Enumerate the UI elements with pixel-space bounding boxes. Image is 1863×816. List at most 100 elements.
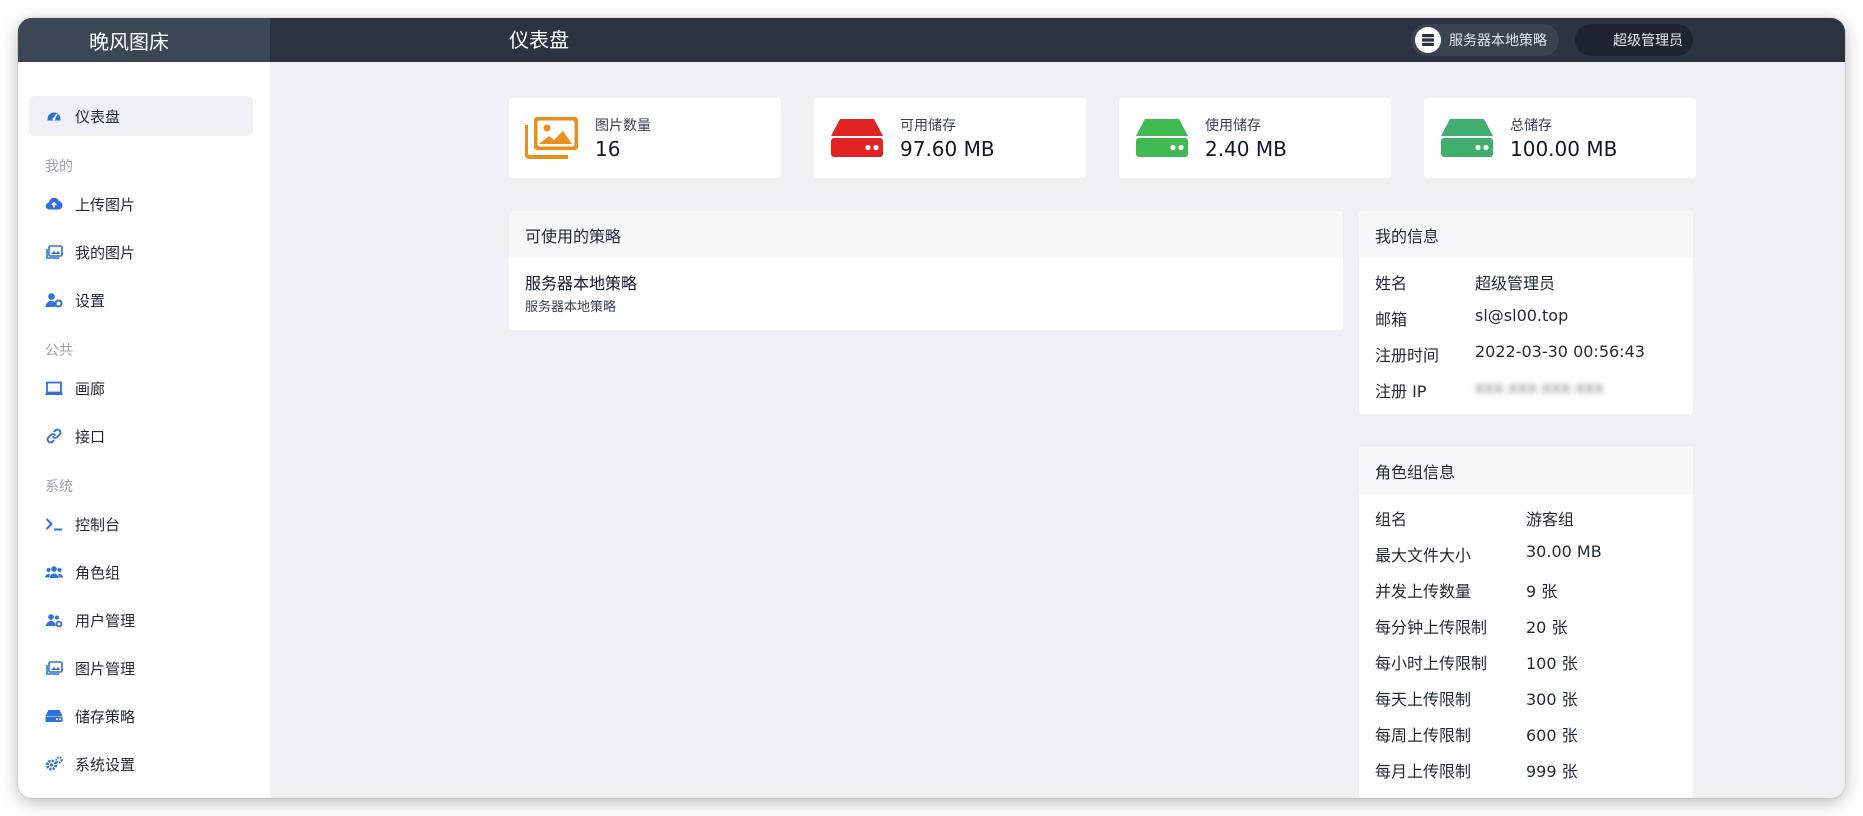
info-value: 999 张 [1526, 762, 1578, 781]
stat-label: 总储存 [1510, 118, 1552, 134]
strategies-panel: 可使用的策略 服务器本地策略 服务器本地策略 [509, 211, 1343, 330]
info-row-name: 姓名 超级管理员 [1375, 270, 1555, 294]
panel-title: 可使用的策略 [509, 211, 1343, 258]
sidebar-item-image-manage[interactable]: 图片管理 [29, 648, 253, 688]
sidebar-group-system: 系统 [45, 479, 73, 495]
info-value: 100 张 [1526, 654, 1578, 673]
sidebar-item-upload[interactable]: 上传图片 [29, 184, 253, 224]
strategy-description: 服务器本地策略 [525, 300, 617, 315]
sidebar-item-label: 图片管理 [75, 659, 136, 678]
info-value: sl@sl00.top [1475, 306, 1569, 325]
role-row: 组名 游客组 [1375, 506, 1574, 530]
hdd-icon [45, 707, 63, 725]
hdd-icon [830, 116, 884, 160]
role-row: 最大文件大小 30.00 MB [1375, 542, 1602, 566]
role-row: 每周上传限制 600 张 [1375, 722, 1578, 746]
stat-card-total-storage: 总储存 100.00 MB [1424, 98, 1696, 178]
images-icon [525, 116, 579, 160]
info-row-reg-ip: 注册 IP xxx.xxx.xxx.xxx [1375, 378, 1604, 402]
images-icon [45, 243, 63, 261]
info-key: 最大文件大小 [1375, 546, 1472, 565]
sidebar-item-api[interactable]: 接口 [29, 416, 253, 456]
user-cog-icon [45, 291, 63, 309]
stat-card-image-count: 图片数量 16 [509, 98, 781, 178]
stat-label: 可用储存 [900, 118, 956, 134]
cloud-upload-icon [45, 195, 63, 213]
info-value: 超级管理员 [1475, 274, 1556, 293]
info-key: 每周上传限制 [1375, 726, 1472, 745]
sidebar-item-dashboard[interactable]: 仪表盘 [29, 96, 253, 136]
dashboard-gauge-icon [45, 107, 63, 125]
stat-value: 97.60 MB [900, 137, 995, 161]
strategy-name: 服务器本地策略 [525, 274, 638, 293]
server-icon [1415, 27, 1441, 53]
stat-value: 16 [595, 137, 621, 161]
sidebar-item-label: 控制台 [75, 515, 121, 534]
info-key: 邮箱 [1375, 310, 1408, 329]
info-key: 每天上传限制 [1375, 690, 1472, 709]
info-key: 姓名 [1375, 274, 1408, 293]
stat-card-used-storage: 使用储存 2.40 MB [1119, 98, 1391, 178]
stat-value: 2.40 MB [1205, 137, 1287, 161]
info-value: 300 张 [1526, 690, 1578, 709]
info-key: 每分钟上传限制 [1375, 618, 1488, 637]
info-value: 600 张 [1526, 726, 1578, 745]
info-value: 9 张 [1526, 582, 1558, 601]
role-row: 并发上传数量 9 张 [1375, 578, 1557, 602]
panel-title: 我的信息 [1359, 211, 1693, 258]
info-key: 组名 [1375, 510, 1408, 529]
sidebar-item-label: 角色组 [75, 563, 121, 582]
sidebar-item-settings[interactable]: 设置 [29, 280, 253, 320]
stat-label: 使用储存 [1205, 118, 1261, 134]
info-key: 注册时间 [1375, 346, 1440, 365]
sidebar-item-users[interactable]: 用户管理 [29, 600, 253, 640]
sidebar-item-system-settings[interactable]: 系统设置 [29, 744, 253, 784]
sidebar-item-storage[interactable]: 储存策略 [29, 696, 253, 736]
role-row: 每天上传限制 300 张 [1375, 686, 1578, 710]
sidebar: 仪表盘 我的 上传图片 我的图片 设置 公共 画廊 接口 系统 控制台 角色组 … [18, 62, 270, 798]
storage-policy-label: 服务器本地策略 [1449, 33, 1547, 49]
role-row: 每月上传限制 999 张 [1375, 758, 1578, 782]
storage-policy-button[interactable]: 服务器本地策略 [1411, 24, 1559, 56]
user-menu-label: 超级管理员 [1613, 33, 1683, 49]
sidebar-item-gallery[interactable]: 画廊 [29, 368, 253, 408]
sidebar-item-label: 设置 [75, 291, 106, 310]
user-menu-button[interactable]: 超级管理员 [1575, 24, 1693, 56]
monitor-icon [45, 379, 63, 397]
stat-label: 图片数量 [595, 118, 651, 134]
info-value-redacted: xxx.xxx.xxx.xxx [1475, 378, 1604, 397]
info-key: 并发上传数量 [1375, 582, 1472, 601]
info-key: 每小时上传限制 [1375, 654, 1488, 673]
info-value: 20 张 [1526, 618, 1568, 637]
page-title: 仪表盘 [509, 28, 569, 52]
sidebar-item-label: 接口 [75, 427, 106, 446]
sidebar-item-console[interactable]: 控制台 [29, 504, 253, 544]
hdd-icon [1135, 116, 1189, 160]
images-icon [45, 659, 63, 677]
stat-card-available-storage: 可用储存 97.60 MB [814, 98, 1086, 178]
sidebar-group-mine: 我的 [45, 159, 73, 175]
brand-logo[interactable]: 晚风图床 [18, 18, 270, 62]
terminal-icon [45, 515, 63, 533]
sidebar-item-label: 上传图片 [75, 195, 136, 214]
role-row: 每分钟上传限制 20 张 [1375, 614, 1567, 638]
info-value: 30.00 MB [1526, 542, 1602, 561]
role-row: 每小时上传限制 100 张 [1375, 650, 1578, 674]
hdd-icon [1440, 116, 1494, 160]
my-info-panel: 我的信息 姓名 超级管理员 邮箱 sl@sl00.top 注册时间 2022-0… [1359, 211, 1693, 414]
top-bar: 晚风图床 仪表盘 服务器本地策略 超级管理员 [18, 18, 1845, 62]
info-key: 每月上传限制 [1375, 762, 1472, 781]
stat-value: 100.00 MB [1510, 137, 1618, 161]
role-info-panel: 角色组信息 组名 游客组 最大文件大小 30.00 MB 并发上传数量 9 张 … [1359, 447, 1693, 798]
sidebar-item-label: 储存策略 [75, 707, 136, 726]
sidebar-item-label: 用户管理 [75, 611, 136, 630]
app-window: 晚风图床 仪表盘 服务器本地策略 超级管理员 仪表盘 我的 上传图片 我的图片 … [18, 18, 1845, 798]
info-value: 2022-03-30 00:56:43 [1475, 342, 1645, 361]
info-row-email: 邮箱 sl@sl00.top [1375, 306, 1568, 330]
sidebar-item-label: 仪表盘 [75, 107, 121, 126]
sidebar-group-public: 公共 [45, 343, 73, 359]
sidebar-item-label: 画廊 [75, 379, 106, 398]
info-row-reg-time: 注册时间 2022-03-30 00:56:43 [1375, 342, 1645, 366]
sidebar-item-roles[interactable]: 角色组 [29, 552, 253, 592]
sidebar-item-my-images[interactable]: 我的图片 [29, 232, 253, 272]
